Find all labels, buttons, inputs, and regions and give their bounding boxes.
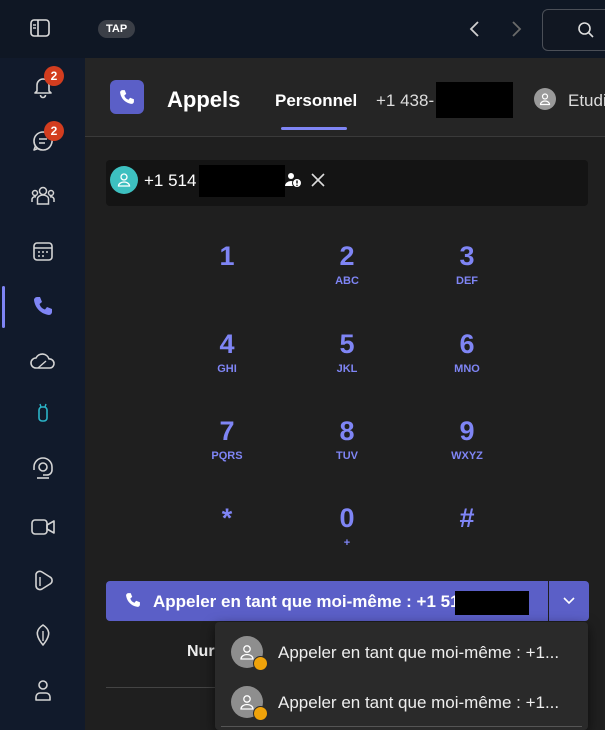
dialpad-letters: DEF (456, 275, 478, 287)
person-icon[interactable] (24, 671, 62, 709)
dial-number-field[interactable]: +1 514 (106, 160, 588, 206)
menu-item-label: Appeler en tant que moi-même : +1... (278, 693, 560, 712)
menu-item-call-as-self-2[interactable]: Appeler en tant que moi-même : +1... (215, 676, 588, 726)
redaction-block (436, 82, 513, 118)
user-name[interactable]: Etudi (568, 91, 605, 111)
search-input[interactable] (542, 9, 605, 51)
search-icon (578, 22, 594, 38)
chat-badge: 2 (44, 121, 64, 141)
tab-phone-number[interactable]: +1 438- (376, 91, 434, 111)
dialpad-letters: PQRS (211, 450, 243, 462)
dialpad-digit: # (459, 503, 475, 533)
chevron-down-icon (563, 597, 575, 605)
dialpad-letters: GHI (217, 363, 237, 375)
dialpad-key-3[interactable]: 3 DEF (422, 236, 512, 310)
call-button[interactable]: Appeler en tant que moi-même : +1 51 (106, 581, 548, 621)
active-indicator (2, 286, 5, 328)
forward-arrow-icon[interactable] (505, 18, 527, 40)
calls-app-icon (110, 80, 144, 114)
menu-item-label: Appeler en tant que moi-même : +1... (278, 643, 560, 662)
redaction-block (455, 591, 529, 615)
dialpad-letters: WXYZ (451, 450, 483, 462)
away-status-icon (253, 656, 268, 671)
org-badge: TAP (98, 20, 136, 38)
contact-avatar (110, 166, 138, 194)
menu-divider (221, 726, 582, 727)
dialpad-key-9[interactable]: 9 WXYZ (422, 411, 512, 485)
dialpad-digit: 0 (339, 503, 355, 533)
partial-label: Nur (187, 643, 215, 660)
dialpad-key-7[interactable]: 7 PQRS (182, 411, 272, 485)
sidebar-toggle-icon[interactable] (28, 17, 54, 41)
phone-icon (126, 593, 140, 607)
dialpad-digit: 6 (459, 329, 475, 359)
user-avatar[interactable] (534, 88, 556, 110)
calls-header: Appels Personnel +1 438- Etudi (85, 58, 605, 137)
dialpad-digit: * (221, 503, 233, 533)
dialpad-key-2[interactable]: 2 ABC (302, 236, 392, 310)
dialpad-letters: MNO (454, 363, 480, 375)
dialpad-letters: + (343, 537, 351, 549)
phone-icon[interactable] (24, 287, 62, 325)
dialpad-digit: 2 (339, 241, 355, 271)
dialpad-key-1[interactable]: 1 (182, 236, 272, 310)
video-icon[interactable] (24, 508, 62, 546)
dialpad-key-8[interactable]: 8 TUV (302, 411, 392, 485)
notification-badge: 2 (44, 66, 64, 86)
dialpad-key-4[interactable]: 4 GHI (182, 324, 272, 398)
dialpad-letters: JKL (336, 363, 358, 375)
dialpad-key-star[interactable]: * (182, 498, 272, 572)
app-icon[interactable] (24, 395, 62, 433)
dialpad-key-0[interactable]: 0 + (302, 498, 392, 572)
app-rail: 2 2 (0, 58, 85, 730)
microsoft365-icon[interactable] (24, 562, 62, 600)
call-options-dropdown[interactable] (549, 581, 589, 621)
dialpad-digit: 7 (219, 416, 235, 446)
away-status-icon (253, 706, 268, 721)
dialpad-digit: 3 (459, 241, 475, 271)
dialpad-key-5[interactable]: 5 JKL (302, 324, 392, 398)
close-icon (311, 173, 325, 187)
dialpad-key-6[interactable]: 6 MNO (422, 324, 512, 398)
dialpad-digit: 4 (219, 329, 235, 359)
call-as-menu: Appeler en tant que moi-même : +1... App… (215, 622, 588, 730)
dialpad-letters: TUV (336, 450, 358, 462)
dialpad-digit: 9 (459, 416, 475, 446)
teams-icon[interactable] (24, 177, 62, 215)
call-button-label: Appeler en tant que moi-même : +1 51 (153, 592, 460, 611)
dialpad-digit: 8 (339, 416, 355, 446)
dialpad-key-hash[interactable]: # (422, 498, 512, 572)
menu-item-call-as-self[interactable]: Appeler en tant que moi-même : +1... (215, 626, 588, 676)
dialpad-digit: 1 (219, 241, 235, 271)
onedrive-icon[interactable] (24, 342, 62, 380)
copilot-headset-icon[interactable] (24, 449, 62, 487)
page-title: Appels (167, 87, 241, 112)
viva-icon[interactable] (24, 616, 62, 654)
calendar-icon[interactable] (24, 232, 62, 270)
dial-number-value: +1 514 (144, 171, 197, 190)
warning-icon (284, 171, 302, 189)
dialpad-digit: 5 (339, 329, 355, 359)
active-tab-indicator (281, 127, 347, 130)
top-bar: TAP (0, 0, 605, 58)
clear-button[interactable] (307, 169, 329, 191)
redaction-block (199, 165, 285, 197)
divider (106, 687, 226, 688)
dialpad-letters: ABC (335, 275, 359, 287)
tab-personnel[interactable]: Personnel (275, 91, 357, 111)
back-arrow-icon[interactable] (464, 18, 486, 40)
